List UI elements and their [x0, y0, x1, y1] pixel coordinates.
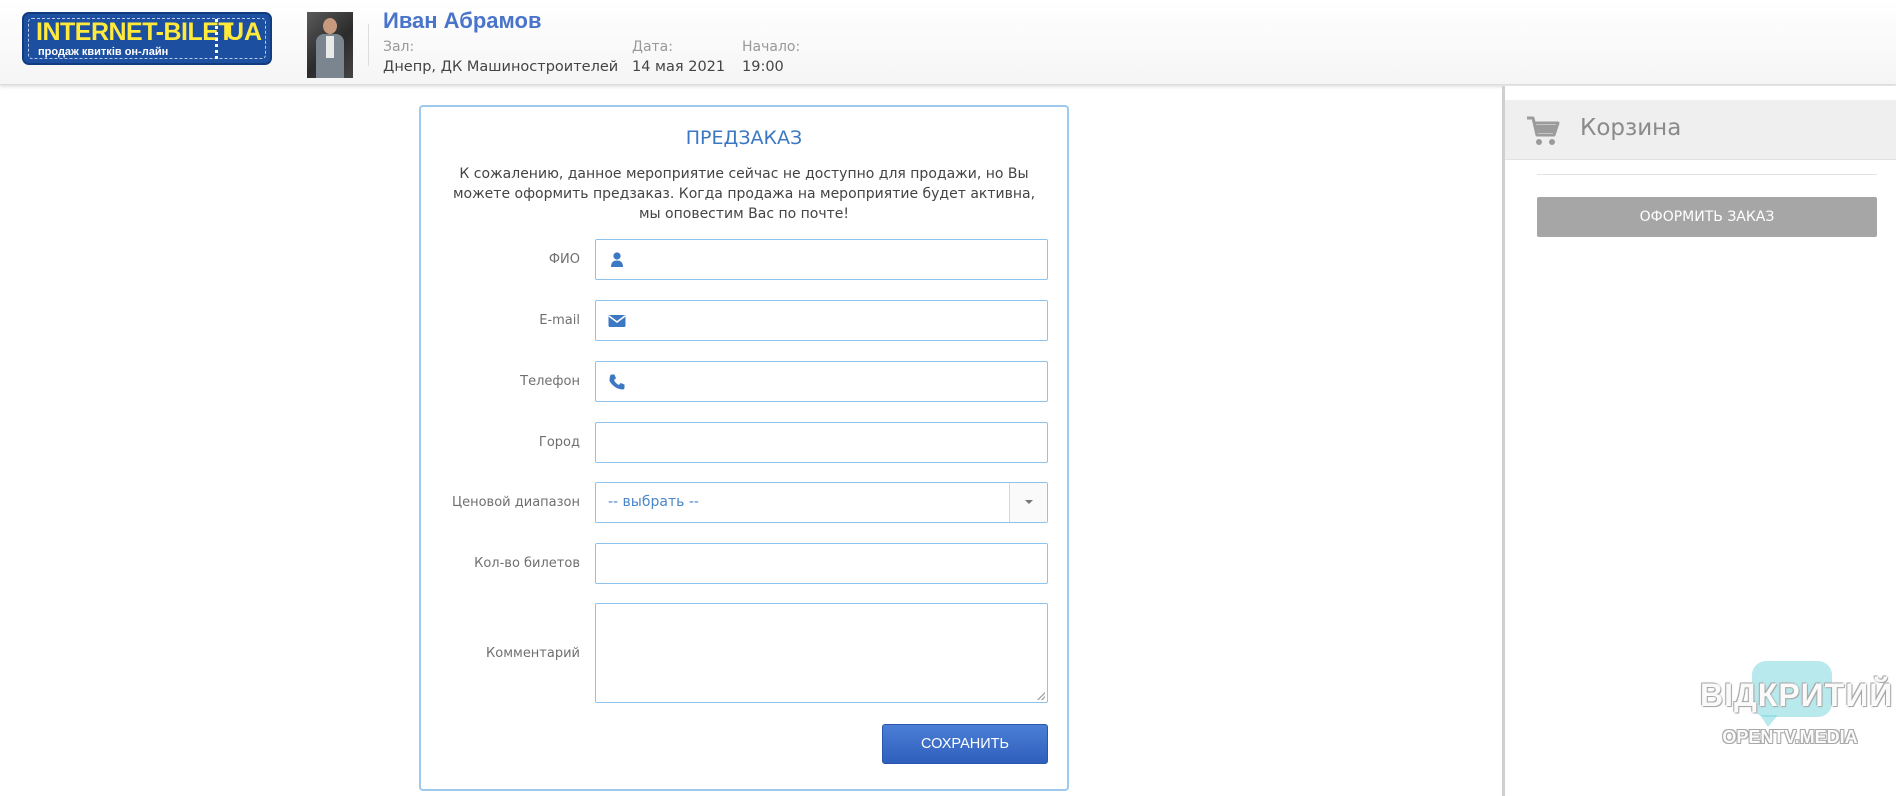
start-label: Начало:: [742, 39, 801, 55]
event-title: Иван Абрамов: [383, 8, 542, 33]
select-dropdown-button[interactable]: [1009, 483, 1047, 522]
name-field[interactable]: [595, 239, 1048, 280]
save-button[interactable]: СОХРАНИТЬ: [882, 724, 1048, 764]
price-range-label: Ценовой диапазон: [452, 495, 580, 510]
chevron-down-icon: [1025, 500, 1033, 504]
preorder-description: К сожалению, данное мероприятие сейчас н…: [452, 166, 1036, 222]
preorder-title: ПРЕДЗАКАЗ: [685, 127, 803, 149]
logo-text: INTERNET-BILET: [36, 18, 234, 46]
price-range-value: -- выбрать --: [608, 494, 699, 510]
photo-shirt: [326, 36, 334, 58]
phone-icon: [609, 374, 625, 390]
name-label: ФИО: [548, 252, 580, 267]
cart-divider: [1537, 174, 1877, 175]
logo-perforation: [215, 19, 218, 59]
phone-label: Телефон: [520, 374, 580, 389]
ticket-count-field[interactable]: [595, 543, 1048, 584]
cart-header: Корзина: [1505, 100, 1896, 160]
price-range-select[interactable]: -- выбрать --: [595, 482, 1048, 523]
email-field[interactable]: [595, 300, 1048, 341]
ticket-count-label: Кол-во билетов: [474, 556, 580, 571]
cart-icon: [1527, 116, 1560, 145]
city-label: Город: [538, 435, 580, 450]
hall-label: Зал:: [383, 39, 415, 55]
logo-tagline: продаж квитків он-лайн: [38, 46, 169, 58]
envelope-icon: [608, 315, 626, 327]
comment-textarea[interactable]: [595, 603, 1048, 703]
resize-grip-icon[interactable]: [1037, 692, 1045, 700]
date-value: 14 мая 2021: [632, 59, 726, 75]
email-label: E-mail: [539, 313, 580, 328]
comment-label: Комментарий: [486, 646, 580, 661]
event-artist-photo: [307, 12, 353, 78]
watermark-sub: OPENTV.MEDIA: [1722, 727, 1858, 747]
hall-value: Днепр, ДК Машиностроителей: [383, 59, 619, 75]
city-field[interactable]: [595, 422, 1048, 463]
watermark-main: ВІДКРИТИЙ: [1700, 677, 1894, 713]
top-header: INTERNET-BILET продаж квитків он-лайн UA…: [0, 0, 1896, 85]
user-icon: [611, 252, 623, 267]
checkout-button[interactable]: ОФОРМИТЬ ЗАКАЗ: [1537, 197, 1877, 237]
cart-title: Корзина: [1580, 115, 1682, 141]
start-value: 19:00: [742, 59, 784, 75]
site-logo[interactable]: INTERNET-BILET продаж квитків он-лайн UA: [22, 12, 272, 65]
header-divider: [368, 24, 369, 66]
logo-ua: UA: [226, 18, 263, 46]
phone-field[interactable]: [595, 361, 1048, 402]
watermark: ВІДКРИТИЙ OPENTV.MEDIA: [1700, 655, 1894, 755]
photo-head: [323, 18, 337, 34]
date-label: Дата:: [632, 39, 673, 55]
